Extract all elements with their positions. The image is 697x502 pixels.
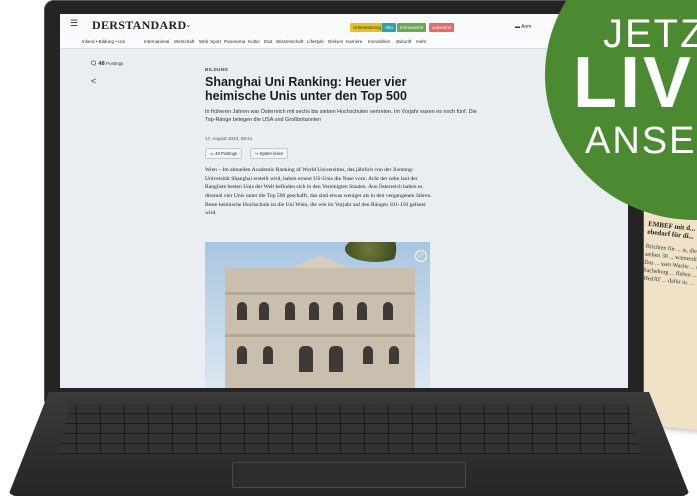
badge-line-2: LIV <box>573 43 695 123</box>
nav-item-inland[interactable]: Inland • Bildung • Uni <box>82 39 125 44</box>
share-icon[interactable]: < <box>91 76 96 86</box>
nav-item-etat[interactable]: Etat <box>264 39 272 44</box>
nav-item-sport[interactable]: Sport <box>210 39 221 44</box>
bookmark-icon: ↪ <box>255 151 259 156</box>
building-cornice <box>225 292 415 295</box>
article-date: 17. August 2024, 09:41 <box>205 136 253 141</box>
nav-item-immobilien[interactable]: Immobilien <box>368 39 390 44</box>
postings-count: 48 <box>98 61 105 67</box>
comment-icon: ▭ <box>210 151 214 156</box>
read-later-button[interactable]: ↪ Später lesen <box>250 148 289 159</box>
jobsuche-button[interactable]: Jobsuche <box>429 23 455 32</box>
site-header: ☰ DERSTANDARD ⌄ Unterstützung Abo Immosu… <box>60 14 628 36</box>
postings-button[interactable]: ▭ 48 Postings <box>205 148 243 159</box>
building-window <box>263 346 273 364</box>
building-window <box>383 302 393 320</box>
building-window <box>363 346 373 364</box>
article-body: Wien – Im aktuellen Academic Ranking of … <box>205 167 432 217</box>
lens-icon[interactable]: ⤢ <box>415 250 427 262</box>
postings-label: Postings <box>106 61 124 66</box>
site-logo[interactable]: DERSTANDARD <box>92 18 186 33</box>
scene: EMBEF mit d... undheitsvers... ebedarf f… <box>0 0 697 502</box>
menu-icon[interactable]: ☰ <box>70 18 78 29</box>
building-window <box>237 346 247 364</box>
building-window <box>357 302 367 320</box>
building-window <box>389 346 399 364</box>
article-image[interactable]: ⤢ <box>205 242 430 388</box>
building-cornice <box>225 334 415 337</box>
laptop-keyboard <box>57 404 641 454</box>
section-nav: Inland • Bildung • Uni International Wir… <box>60 36 628 49</box>
badge-line-3: ANSEH <box>585 120 697 162</box>
article-headline: Shanghai Uni Ranking: Heuer vier heimisc… <box>205 75 407 104</box>
building-arch <box>299 346 313 372</box>
nav-item-international[interactable]: International <box>144 39 169 44</box>
building-window <box>237 302 247 320</box>
building-arch <box>329 346 343 372</box>
comment-icon: 🗨 <box>90 61 97 67</box>
nav-item-wissenschaft[interactable]: Wissenschaft <box>276 39 303 44</box>
nav-item-web[interactable]: Web <box>199 39 208 44</box>
nav-item-kultur[interactable]: Kultur <box>248 39 260 44</box>
nav-item-zukunft[interactable]: Zukunft <box>396 39 411 44</box>
nav-item-panorama[interactable]: Panorama <box>224 39 245 44</box>
immosuche-button[interactable]: Immosuche <box>397 23 427 32</box>
article-kicker: BILDUNG <box>205 67 229 72</box>
chevron-down-icon[interactable]: ⌄ <box>185 20 192 29</box>
support-button[interactable]: Unterstützung <box>350 23 385 32</box>
nav-item-diskurs[interactable]: Diskurs <box>328 39 343 44</box>
nav-item-lifestyle[interactable]: Lifestyle <box>307 39 324 44</box>
nav-item-karriere[interactable]: Karriere <box>346 39 362 44</box>
tree-foliage <box>345 242 405 262</box>
university-building <box>225 268 415 388</box>
nav-item-mehr[interactable]: mehr <box>416 39 426 44</box>
laptop-trackpad <box>232 462 466 488</box>
postings-button-label: 48 Postings <box>215 151 238 156</box>
building-window <box>259 302 269 320</box>
abo-button[interactable]: Abo <box>382 23 397 32</box>
laptop-screen: ☰ DERSTANDARD ⌄ Unterstützung Abo Immosu… <box>60 14 628 388</box>
building-window <box>285 302 295 320</box>
article-lead: In früheren Jahren war Österreich mit se… <box>205 109 477 124</box>
building-window <box>309 302 319 320</box>
read-later-label: Später lesen <box>259 151 284 156</box>
postings-counter[interactable]: 🗨 48 Postings <box>90 61 123 67</box>
login-link[interactable]: ▬ Anm <box>515 24 531 30</box>
building-window <box>333 302 343 320</box>
nav-item-wirtschaft[interactable]: Wirtschaft <box>174 39 194 44</box>
